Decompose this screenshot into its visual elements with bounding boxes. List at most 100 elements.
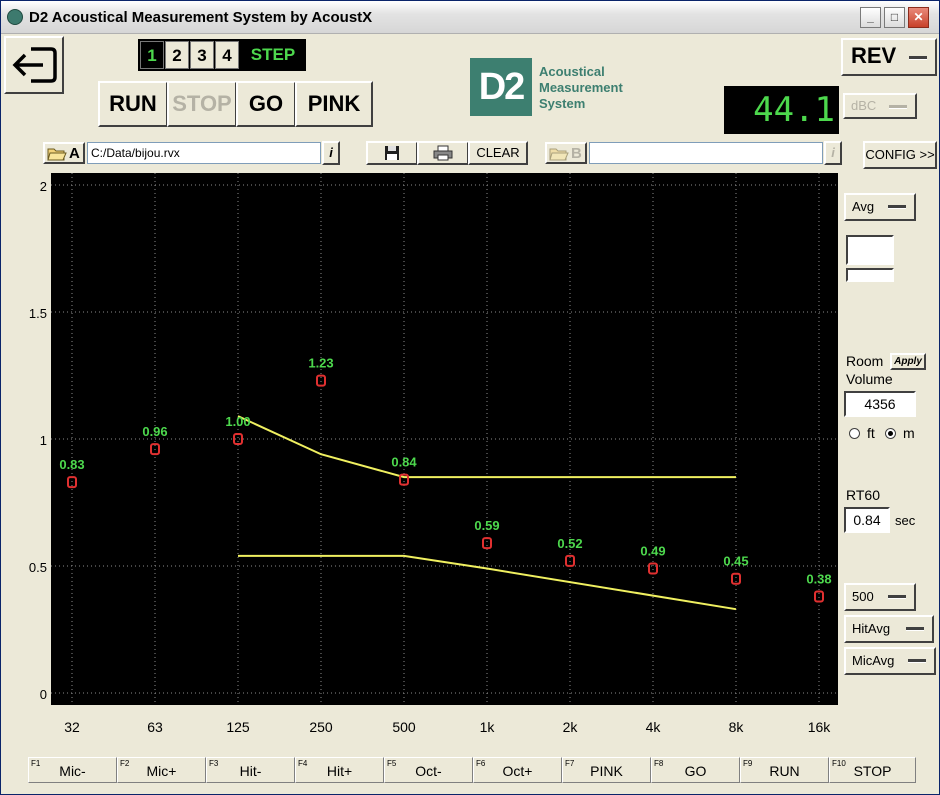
avg-dropdown[interactable]: Avg [844,193,916,221]
pink-button[interactable]: PINK [295,81,373,127]
volume-label: Volume [846,371,893,387]
file-b-label: B [571,145,582,162]
dropdown-bar-icon [889,105,907,108]
rt60-value-label: 1.00 [225,414,250,429]
d2-logo: D2 [470,58,532,116]
minimize-button[interactable]: _ [860,7,881,28]
fkey-stop[interactable]: F10 STOP [829,757,916,783]
x-tick-label: 63 [147,719,163,735]
step-button[interactable]: STEP [242,41,304,69]
x-tick-label: 16k [807,719,831,735]
avg-count-field[interactable] [846,235,894,265]
fkey-hit-plus[interactable]: F4 Hit+ [295,757,384,783]
fkey-oct-plus[interactable]: F6 Oct+ [473,757,562,783]
step-2-button[interactable]: 2 [165,41,189,69]
rev-dropdown[interactable]: REV [841,38,937,76]
x-tick-label: 125 [226,719,250,735]
app-icon [7,9,23,25]
y-tick-label: 1.5 [28,306,47,321]
x-tick-label: 250 [309,719,333,735]
rt60-chart: 0.83 0.96 1.00 1.23 0.84 0.59 0.52 0.49 0.45 0.38 [51,173,838,705]
fkey-label: Oct- [415,763,442,779]
unit-ft-radio[interactable] [849,428,860,439]
rt60-label: RT60 [846,487,880,503]
file-b-path[interactable] [589,142,823,164]
y-tick-label: 1 [39,433,47,448]
weighting-label: dBC [851,98,877,113]
config-button[interactable]: CONFIG >> [863,141,937,169]
exit-button[interactable] [4,36,64,94]
x-tick-label: 32 [64,719,80,735]
step-1-button[interactable]: 1 [140,41,164,69]
x-tick-label: 8k [728,719,744,735]
rt60-unit-label: sec [895,513,916,528]
file-b-info-button[interactable]: i [824,141,842,165]
rt60-value-label: 0.49 [640,544,665,559]
file-a-path[interactable]: C:/Data/bijou.rvx [87,142,321,164]
stop-button[interactable]: STOP [167,81,237,127]
rt60-value-label: 0.38 [806,571,831,586]
step-selector: 1 2 3 4 STEP [138,39,306,71]
rt60-point [731,572,741,585]
step-4-button[interactable]: 4 [215,41,239,69]
run-button[interactable]: RUN [98,81,168,127]
file-a-info-button[interactable]: i [322,141,340,165]
fkey-run[interactable]: F9 RUN [740,757,829,783]
fkey-go[interactable]: F8 GO [651,757,740,783]
avg-label: Avg [852,199,875,214]
fkey-label: STOP [853,763,892,779]
floppy-disk-icon [385,146,399,160]
dropdown-bar-icon [906,627,924,630]
window-title: D2 Acoustical Measurement System by Acou… [29,9,373,26]
micavg-dropdown[interactable]: MicAvg [844,647,936,675]
y-tick-label: 0.5 [28,560,47,575]
printer-icon [433,145,453,161]
band-dropdown[interactable]: 500 [844,583,916,611]
x-tick-label: 1k [479,719,495,735]
fkey-pink[interactable]: F7 PINK [562,757,651,783]
exit-icon [12,47,57,83]
x-tick-label: 500 [392,719,416,735]
logo-line-3: System [539,96,586,111]
fkey-label: Hit+ [326,763,353,779]
logo-text: Acoustical Measurement System [539,64,659,112]
fkey-label: GO [684,763,707,779]
hitavg-dropdown[interactable]: HitAvg [844,615,934,643]
close-button[interactable]: ✕ [908,7,929,28]
fkey-mic-plus[interactable]: F2 Mic+ [117,757,206,783]
step-3-button[interactable]: 3 [190,41,214,69]
rt60-value-label: 0.96 [142,424,167,439]
fkey-label: Hit- [239,763,262,779]
open-file-b-button[interactable]: B [545,142,587,164]
rt60-value-label: 0.84 [391,455,417,470]
open-file-a-button[interactable]: A [43,142,85,164]
fkey-label: RUN [769,763,800,779]
go-button[interactable]: GO [236,81,296,127]
rt60-plot[interactable]: 0.83 0.96 1.00 1.23 0.84 0.59 0.52 0.49 0.45 0.38 [51,173,838,705]
fkey-label: PINK [590,763,623,779]
logo-line-2: Measurement [539,80,623,95]
function-key-bar: F1 Mic- F2 Mic+ F3 Hit- F4 Hit+ F5 Oct- F6 Oct… [28,757,916,783]
room-volume-input[interactable]: 4356 [844,391,916,417]
save-button[interactable] [366,141,418,165]
unit-ft-label: ft [867,425,875,441]
rt60-point [814,590,824,603]
clear-button[interactable]: CLEAR [468,141,528,165]
fkey-hit-minus[interactable]: F3 Hit- [206,757,295,783]
apply-button[interactable]: Apply [890,353,926,370]
fkey-oct-minus[interactable]: F5 Oct- [384,757,473,783]
title-bar[interactable]: D2 Acoustical Measurement System by Acou… [1,1,939,34]
unit-m-radio[interactable] [885,428,896,439]
fkey-mic-minus[interactable]: F1 Mic- [28,757,117,783]
band-label: 500 [852,589,874,604]
micavg-label: MicAvg [852,653,895,668]
dropdown-bar-icon [888,595,906,598]
avg-progress-bar [846,268,894,282]
weighting-dropdown[interactable]: dBC [843,93,917,119]
maximize-button[interactable]: □ [884,7,905,28]
print-button[interactable] [417,141,469,165]
x-tick-label: 4k [645,719,661,735]
rt60-value-field: 0.84 [844,507,890,533]
unit-m-label: m [903,425,915,441]
rt60-value-label: 0.45 [723,554,748,569]
